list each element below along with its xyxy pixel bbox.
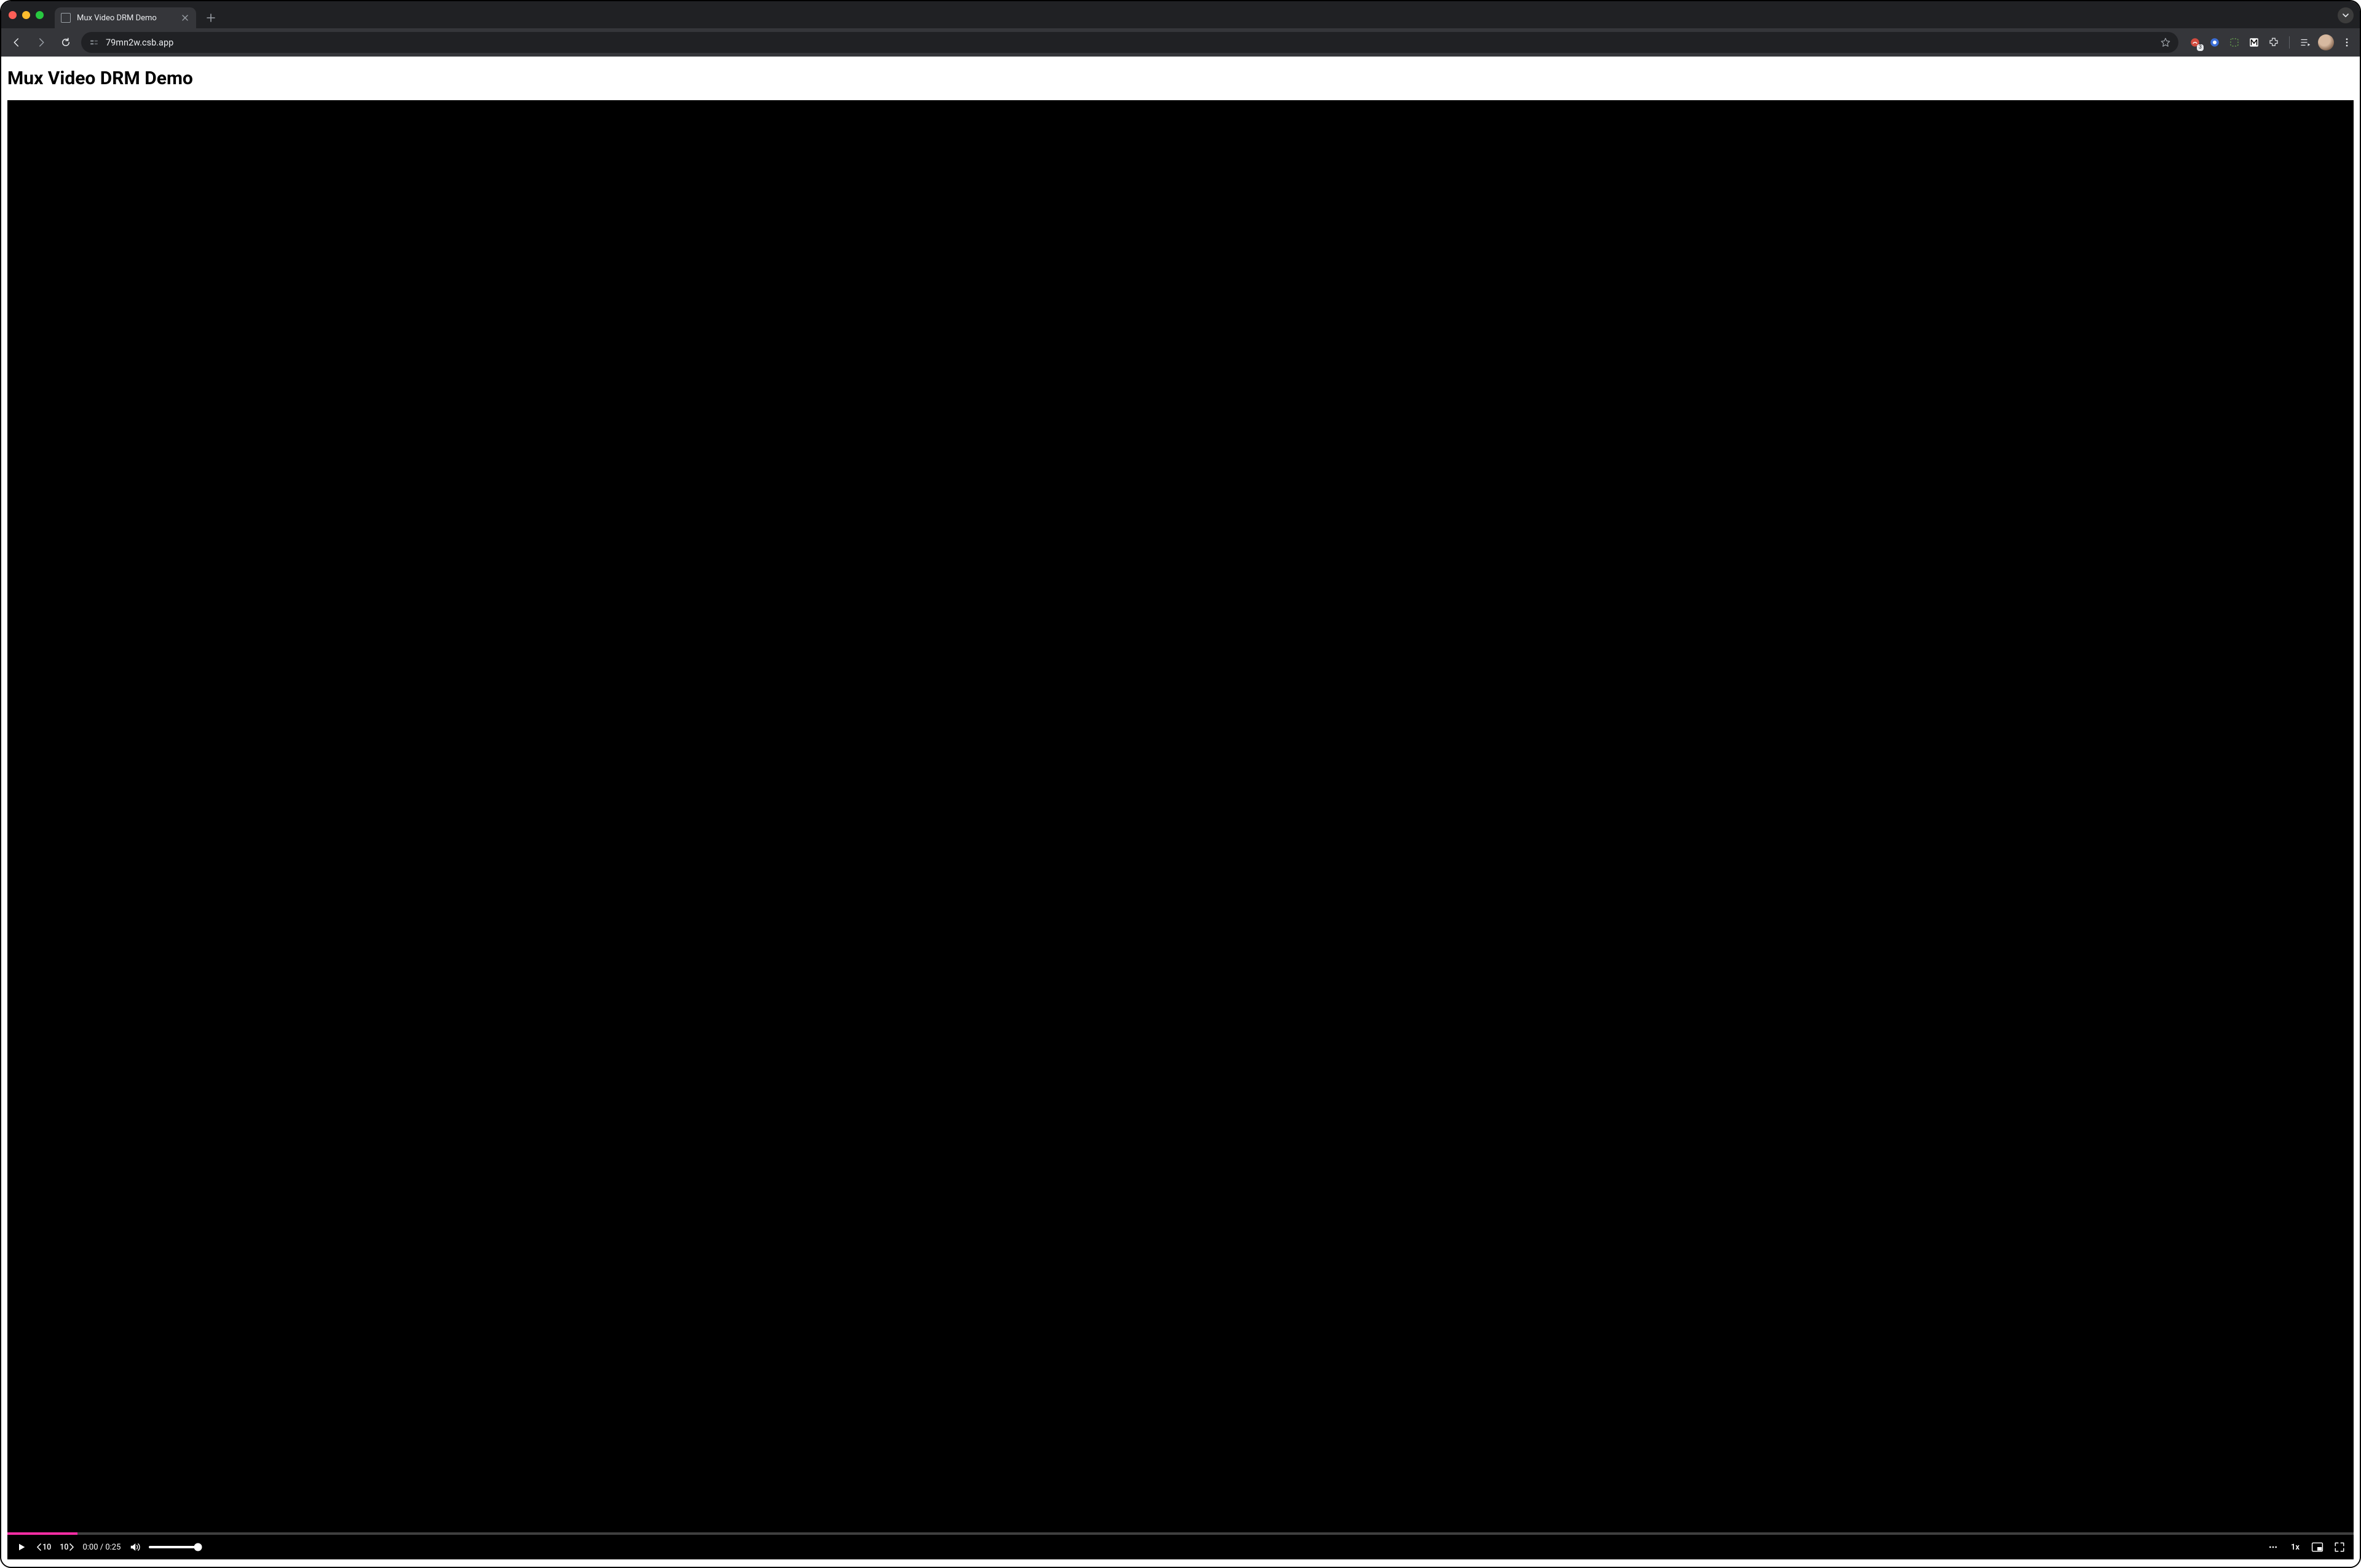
volume-control: [129, 1538, 198, 1556]
window-maximize-button[interactable]: [36, 11, 44, 19]
skip-back-button[interactable]: 10: [37, 1538, 51, 1556]
tab-favicon: [61, 13, 71, 23]
skip-forward-button[interactable]: 10: [60, 1538, 74, 1556]
play-button[interactable]: [15, 1538, 28, 1556]
address-bar[interactable]: 79mn2w.csb.app: [81, 32, 2178, 53]
media-control-icon[interactable]: [2298, 36, 2312, 49]
progress-fill: [7, 1532, 77, 1535]
tab-close-button[interactable]: [180, 13, 190, 23]
extensions-area: 3: [2185, 34, 2354, 50]
progress-bar[interactable]: [7, 1532, 2354, 1535]
browser-window: Mux Video DRM Demo 79mn2w.csb.app: [0, 0, 2361, 1568]
address-bar-url: 79mn2w.csb.app: [106, 37, 2154, 48]
volume-slider[interactable]: [149, 1546, 198, 1548]
volume-thumb[interactable]: [194, 1543, 202, 1551]
extension-badge: 3: [2197, 44, 2204, 51]
site-info-icon[interactable]: [89, 37, 100, 48]
player-control-bar: 10 10 0:00 / 0:25: [7, 1535, 2354, 1559]
video-surface[interactable]: [7, 100, 2354, 1532]
window-minimize-button[interactable]: [22, 11, 30, 19]
browser-tab-active[interactable]: Mux Video DRM Demo: [55, 7, 196, 28]
tab-strip: Mux Video DRM Demo: [1, 1, 2360, 28]
duration: 0:25: [105, 1543, 121, 1552]
nav-forward-button[interactable]: [32, 33, 50, 52]
window-close-button[interactable]: [9, 11, 17, 19]
time-display: 0:00 / 0:25: [82, 1543, 121, 1552]
extensions-menu-icon[interactable]: [2267, 36, 2280, 49]
current-time: 0:00: [82, 1543, 98, 1552]
nav-reload-button[interactable]: [57, 33, 75, 52]
toolbar-separator: [2289, 36, 2290, 49]
video-player: 10 10 0:00 / 0:25: [7, 100, 2354, 1559]
fullscreen-button[interactable]: [2333, 1538, 2346, 1556]
nav-back-button[interactable]: [7, 33, 26, 52]
browser-toolbar: 79mn2w.csb.app 3: [1, 28, 2360, 57]
extension-icon-2[interactable]: [2208, 36, 2221, 49]
mute-button[interactable]: [129, 1538, 143, 1556]
page-content: Mux Video DRM Demo 10 10 0: [1, 57, 2360, 1567]
tab-overflow-button[interactable]: [2338, 7, 2354, 23]
more-options-button[interactable]: [2266, 1538, 2280, 1556]
time-separator: /: [98, 1543, 106, 1552]
browser-menu-icon[interactable]: [2340, 36, 2354, 49]
profile-avatar[interactable]: [2318, 34, 2334, 50]
new-tab-button[interactable]: [202, 9, 219, 26]
skip-forward-label: 10: [60, 1543, 68, 1552]
skip-back-label: 10: [42, 1543, 51, 1552]
extension-icon-3[interactable]: [2228, 36, 2241, 49]
playback-rate-button[interactable]: 1x: [2288, 1538, 2302, 1556]
playback-rate-label: 1x: [2291, 1543, 2300, 1552]
tab-title: Mux Video DRM Demo: [77, 14, 174, 23]
extension-icon-4[interactable]: [2247, 36, 2261, 49]
bookmark-star-icon[interactable]: [2160, 37, 2171, 48]
extension-icon-1[interactable]: 3: [2188, 36, 2202, 49]
window-controls: [9, 1, 55, 28]
page-heading: Mux Video DRM Demo: [1, 57, 2360, 100]
pip-button[interactable]: [2311, 1538, 2324, 1556]
